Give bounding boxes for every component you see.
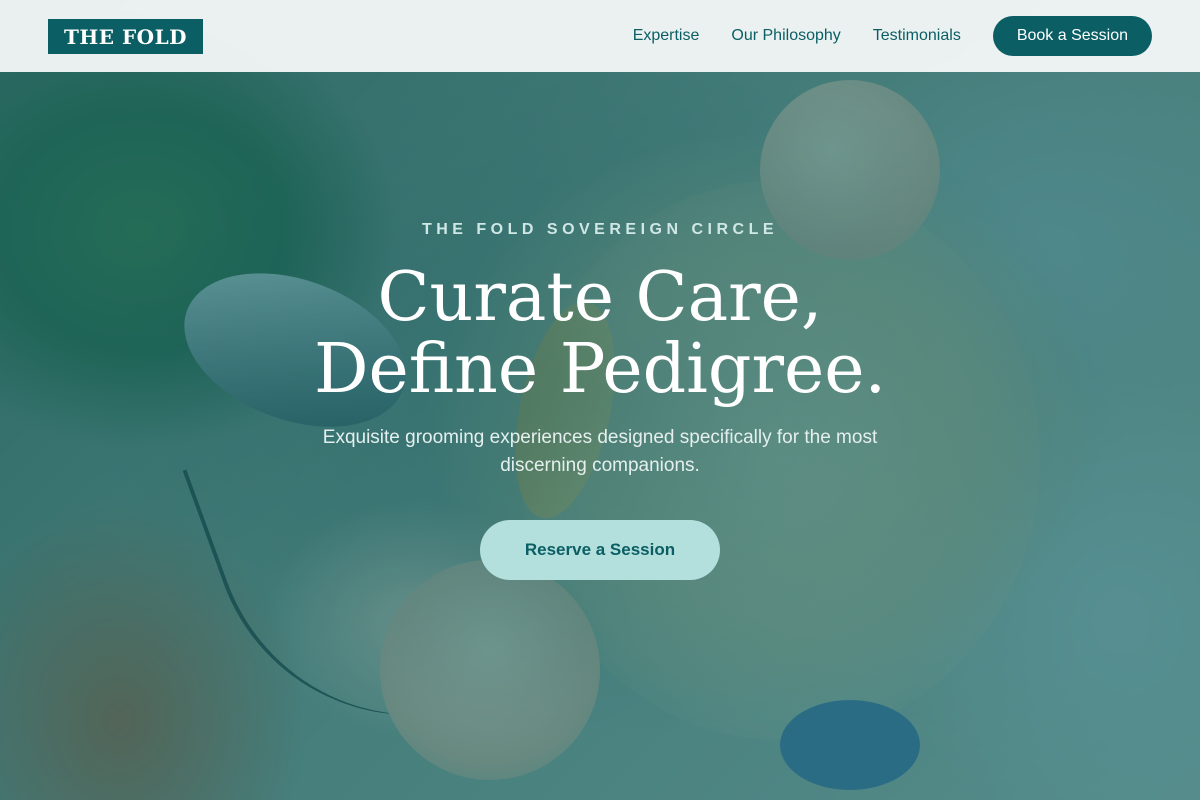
hero-section: THE FOLD SOVEREIGN CIRCLE Curate Care, D… [0, 200, 1200, 580]
hero-subtext: Exquisite grooming experiences designed … [322, 427, 878, 476]
hero-headline: Curate Care, Define Pedigree. [0, 262, 1200, 406]
hero-headline-line-2: Define Pedigree. [313, 330, 887, 409]
site-header: THE FOLD Expertise Our Philosophy Testim… [0, 0, 1200, 72]
main-nav: Expertise Our Philosophy Testimonials Bo… [633, 16, 1152, 56]
book-session-button[interactable]: Book a Session [992, 16, 1152, 56]
hero-eyebrow: THE FOLD SOVEREIGN CIRCLE [421, 221, 779, 238]
reserve-session-button[interactable]: Reserve a Session [480, 520, 720, 580]
brand-logo[interactable]: THE FOLD [48, 18, 204, 54]
nav-link-expertise[interactable]: Expertise [633, 27, 700, 45]
nav-link-our-philosophy[interactable]: Our Philosophy [731, 27, 840, 45]
hero-headline-line-1: Curate Care, [377, 258, 823, 337]
nav-link-testimonials[interactable]: Testimonials [873, 27, 961, 45]
